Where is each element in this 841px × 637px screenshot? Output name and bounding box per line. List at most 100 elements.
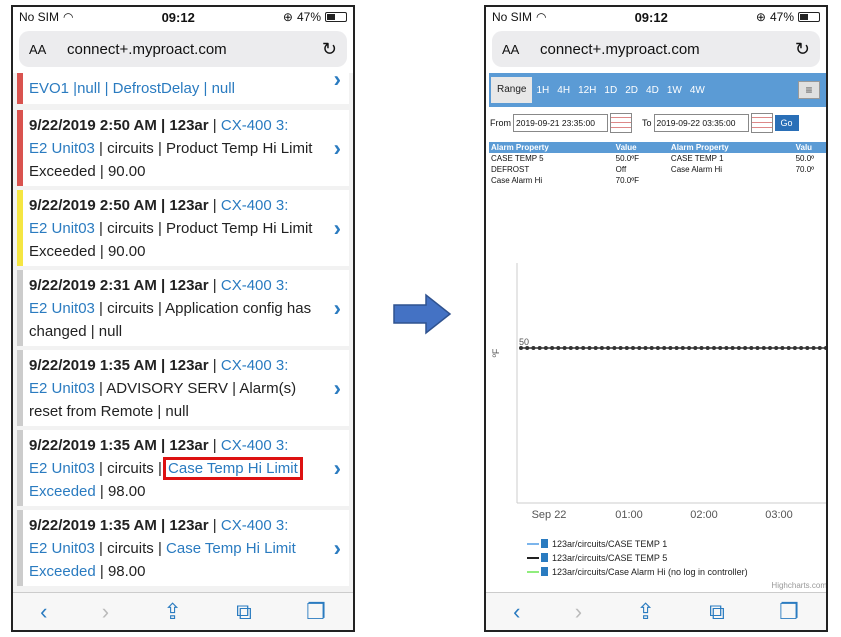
alarm-date: 9/22/2019 2:31 AM [29,277,157,294]
table-row: DEFROST Off Case Alarm Hi 70.0º [489,164,826,175]
to-input[interactable]: 2019-09-22 03:35:00 [653,114,749,132]
y-tick-label: 50 [519,337,529,347]
alarm-card[interactable]: 9/22/2019 1:35 AM | 123ar | CX-400 3: E2 … [17,430,349,506]
alarm-card[interactable]: 9/22/2019 2:50 AM | 123ar | CX-400 3: E2 … [17,110,349,186]
range-button-4w[interactable]: 4W [686,85,709,96]
table-cell: 70.0º [795,165,815,174]
data-point [730,346,735,350]
alarm-detail: | circuits | Product Temp Hi Limit [94,140,313,157]
tabs-icon[interactable]: ❐ [779,599,799,625]
back-icon[interactable]: ‹ [513,599,520,625]
reload-icon[interactable]: ↻ [795,39,810,60]
alarm-date: 9/22/2019 1:35 AM [29,517,157,534]
data-point [649,346,654,350]
table-cell: Case Alarm Hi [670,165,723,174]
alarm-detail: | circuits | [94,540,162,557]
data-point [805,346,810,350]
range-button-12h[interactable]: 12H [574,85,600,96]
controller-link[interactable]: CX-400 3: [221,117,289,134]
forward-icon[interactable]: › [575,599,582,625]
alarm-card[interactable]: 9/22/2019 1:35 AM | 123ar | CX-400 3: E2 … [17,510,349,586]
alarm-status-link[interactable]: Exceeded [29,483,96,500]
data-point [699,346,704,350]
forward-icon[interactable]: › [102,599,109,625]
to-label: To [642,118,652,128]
controller-link[interactable]: CX-400 3: [221,437,289,454]
alarm-type-link[interactable]: Case Temp Hi Limit [163,457,303,480]
data-point [799,346,804,350]
calendar-icon[interactable] [750,113,773,133]
unit-link[interactable]: E2 Unit03 [29,300,95,317]
alarm-status: reset from Remote | null [29,403,189,420]
unit-link[interactable]: E2 Unit03 [29,460,95,477]
data-point [637,346,642,350]
lock-rotation-icon: ⊕ [282,10,293,24]
chevron-right-icon: › [333,215,341,241]
data-point [724,346,729,350]
data-point [631,346,635,350]
controller-link[interactable]: CX-400 3: [221,517,289,534]
alarm-card[interactable]: 9/22/2019 1:35 AM | 123ar | CX-400 3: E2 … [17,350,349,426]
range-selector: Range 1H 4H 12H 1D 2D 4D 1W 4W ≡ [489,73,826,107]
range-button-4h[interactable]: 4H [553,85,574,96]
alarm-card[interactable]: 9/22/2019 2:50 AM | 123ar | CX-400 3: E2 … [17,190,349,266]
go-button[interactable]: Go [774,115,799,131]
menu-icon[interactable]: ≡ [798,81,820,99]
range-button-1w[interactable]: 1W [663,85,686,96]
alarm-site: 123ar [169,197,209,214]
chevron-right-icon: › [333,375,341,401]
data-point [687,346,692,350]
chevron-right-icon: › [333,295,341,321]
controller-link[interactable]: CX-400 3: [221,197,289,214]
unit-link[interactable]: E2 Unit03 [29,140,95,157]
calendar-icon[interactable] [610,113,632,133]
url-text[interactable]: connect+.myproact.com [59,41,322,58]
bookmarks-icon[interactable]: ⧉ [709,599,725,625]
tabs-icon[interactable]: ❐ [306,599,326,625]
range-button-1h[interactable]: 1H [532,85,553,96]
address-bar[interactable]: AA connect+.myproact.com ↻ [19,31,347,67]
controller-link[interactable]: CX-400 3: [221,357,289,374]
table-cell: DEFROST [491,165,530,174]
carrier: No SIM [492,10,533,24]
x-tick-label: 02:00 [690,509,718,521]
unit-link[interactable]: E2 Unit03 [29,380,95,397]
range-button-1d[interactable]: 1D [600,85,621,96]
controller-link[interactable]: CX-400 3: [221,277,289,294]
legend-item: 123ar/circuits/CASE TEMP 1 [552,539,667,549]
bookmarks-icon[interactable]: ⧉ [236,599,252,625]
alarm-site: 123ar [169,277,209,294]
alarm-status-link[interactable]: Exceeded [29,563,96,580]
share-icon[interactable]: ⇪ [636,599,654,625]
from-input[interactable]: 2019-09-21 23:35:00 [513,114,608,132]
back-icon[interactable]: ‹ [40,599,47,625]
data-point [612,346,617,350]
alarm-list: EVO1 |null | DefrostDelay | null › 9/22/… [13,73,353,592]
range-button-4d[interactable]: 4D [642,85,663,96]
alarm-value: | 98.00 [95,563,146,580]
x-tick-label: Sep 22 [532,509,567,521]
range-button-2d[interactable]: 2D [621,85,642,96]
url-text[interactable]: connect+.myproact.com [532,41,795,58]
table-cell: CASE TEMP 1 [670,154,724,163]
unit-link[interactable]: E2 Unit03 [29,540,95,557]
separator: | [208,357,221,374]
from-label: From [490,118,511,128]
data-point [705,346,710,350]
text-size-button[interactable]: AA [502,42,532,57]
alarm-card-top[interactable]: EVO1 |null | DefrostDelay | null › [17,73,349,104]
history-chart-page: Range 1H 4H 12H 1D 2D 4D 1W 4W ≡ From 2019-09-2… [489,73,826,592]
chevron-right-icon: › [333,135,341,161]
address-bar[interactable]: AA connect+.myproact.com ↻ [492,31,820,67]
text-size-button[interactable]: AA [29,42,59,57]
chevron-right-icon: › [333,455,341,481]
alarm-type-link[interactable]: Case Temp Hi Limit [166,540,296,557]
data-point [550,346,555,350]
unit-link[interactable]: E2 Unit03 [29,220,95,237]
alarm-site: 123ar [169,357,209,374]
data-point [568,346,573,350]
wifi-icon: ◠ [63,10,74,24]
share-icon[interactable]: ⇪ [163,599,181,625]
reload-icon[interactable]: ↻ [322,39,337,60]
alarm-card[interactable]: 9/22/2019 2:31 AM | 123ar | CX-400 3: E2 … [17,270,349,346]
